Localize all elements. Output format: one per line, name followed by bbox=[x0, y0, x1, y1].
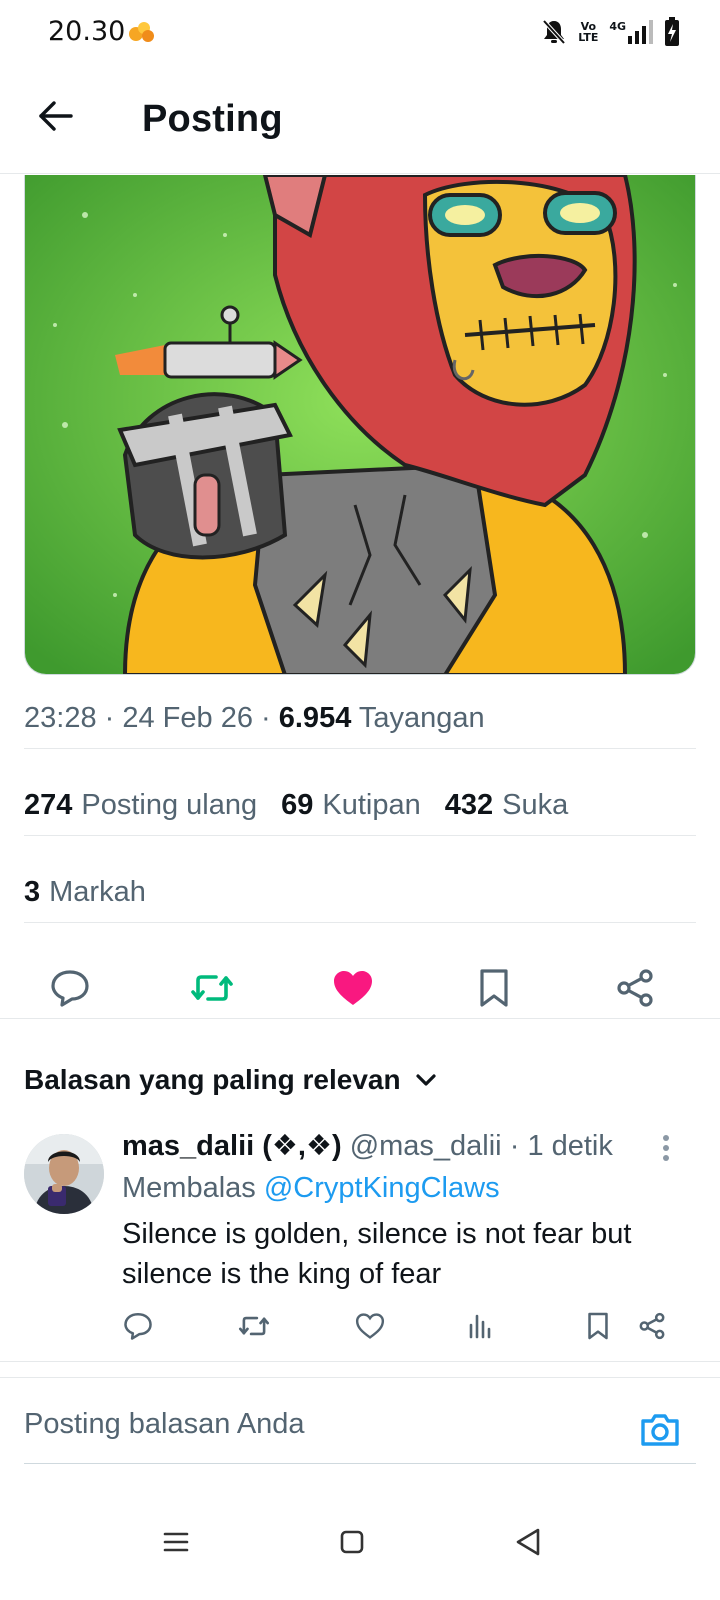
do-not-disturb-bell-icon bbox=[541, 18, 567, 46]
post-date: 24 Feb 26 bbox=[122, 702, 253, 734]
share-icon bbox=[617, 969, 653, 1007]
reposts-count: 274 bbox=[24, 789, 73, 821]
avatar-photo bbox=[24, 1134, 104, 1214]
square-home-icon bbox=[340, 1530, 364, 1554]
replying-mention-link[interactable]: @CryptKingClaws bbox=[264, 1172, 500, 1204]
more-vertical-icon bbox=[663, 1135, 669, 1161]
reply-like-button[interactable] bbox=[348, 1304, 392, 1348]
speech-bubble-icon bbox=[124, 1312, 152, 1340]
post-stats: 274 Posting ulang 69 Kutipan 432 Suka bbox=[24, 789, 568, 822]
reply-more-button[interactable] bbox=[652, 1128, 680, 1168]
divider bbox=[0, 1018, 720, 1019]
bookmark-icon bbox=[588, 1312, 608, 1340]
replies-sort-dropdown[interactable]: Balasan yang paling relevan bbox=[24, 1064, 437, 1096]
camera-icon bbox=[641, 1414, 679, 1446]
views-count: 6.954 bbox=[278, 702, 352, 734]
meta-separator: · bbox=[509, 1130, 520, 1162]
likes-stat[interactable]: 432 Suka bbox=[445, 789, 569, 822]
reply-action-bar bbox=[0, 1304, 720, 1348]
bookmarks-count: 3 bbox=[24, 876, 41, 908]
bookmarks-stat[interactable]: 3 Markah bbox=[24, 876, 146, 909]
battery-charging-icon bbox=[664, 17, 680, 47]
system-navigation-bar bbox=[0, 1490, 720, 1600]
sort-label: Balasan yang paling relevan bbox=[24, 1064, 401, 1095]
reply-author-handle[interactable]: @mas_dalii bbox=[350, 1130, 502, 1162]
bookmarks-label: Markah bbox=[49, 876, 146, 908]
notification-app-icon bbox=[124, 18, 158, 46]
likes-label: Suka bbox=[502, 789, 569, 821]
reply-button[interactable] bbox=[40, 958, 100, 1018]
status-bar: 20.30 Vo LTE 4G bbox=[0, 0, 720, 64]
reply-repost-button[interactable] bbox=[232, 1304, 276, 1348]
repost-button[interactable] bbox=[182, 958, 242, 1018]
replying-label: Membalas bbox=[122, 1172, 256, 1204]
share-button[interactable] bbox=[605, 958, 665, 1018]
arrow-left-icon bbox=[39, 101, 73, 131]
replying-to: Membalas @CryptKingClaws bbox=[122, 1172, 500, 1205]
divider bbox=[24, 922, 696, 923]
bar-chart-icon bbox=[469, 1314, 491, 1339]
signal-icon: 4G bbox=[609, 20, 654, 44]
heart-icon bbox=[355, 1313, 385, 1339]
reply-views-button[interactable] bbox=[459, 1304, 503, 1348]
likes-count: 432 bbox=[444, 789, 494, 821]
post-time: 23:28 bbox=[24, 702, 97, 734]
share-icon bbox=[639, 1312, 665, 1340]
reply-time: 1 detik bbox=[527, 1130, 613, 1162]
page-title: Posting bbox=[142, 98, 283, 140]
speech-bubble-icon bbox=[51, 970, 89, 1007]
quotes-label: Kutipan bbox=[322, 789, 421, 821]
volte-label: Vo LTE bbox=[578, 20, 599, 44]
volte-indicator: Vo LTE bbox=[577, 21, 599, 43]
heart-icon bbox=[334, 971, 372, 1005]
divider bbox=[0, 1361, 720, 1362]
repost-arrows-icon bbox=[191, 975, 233, 1001]
repost-arrows-icon bbox=[238, 1316, 270, 1336]
network-type-label: 4G bbox=[609, 20, 626, 33]
reply-header: mas_dalii (❖,❖) @mas_dalii · 1 detik bbox=[122, 1128, 613, 1163]
divider bbox=[24, 835, 696, 836]
menu-lines-icon bbox=[163, 1532, 189, 1552]
reposts-stat[interactable]: 274 Posting ulang bbox=[24, 789, 257, 822]
bookmark-icon bbox=[480, 969, 508, 1007]
triangle-back-icon bbox=[516, 1528, 540, 1556]
bookmark-button[interactable] bbox=[464, 958, 524, 1018]
meta-separator: · bbox=[104, 702, 123, 734]
quotes-count: 69 bbox=[281, 789, 314, 821]
post-image[interactable] bbox=[24, 175, 696, 675]
recent-apps-button[interactable] bbox=[148, 1514, 204, 1570]
avatar[interactable] bbox=[24, 1134, 104, 1214]
reply-input[interactable]: Posting balasan Anda bbox=[24, 1408, 305, 1441]
status-time: 20.30 bbox=[48, 16, 126, 47]
composer-underline bbox=[24, 1463, 696, 1464]
post-meta: 23:28 · 24 Feb 26 · 6.954 Tayangan bbox=[24, 702, 485, 735]
reply-author-name[interactable]: mas_dalii (❖,❖) bbox=[122, 1130, 342, 1162]
reply-bookmark-button[interactable] bbox=[576, 1304, 620, 1348]
system-back-button[interactable] bbox=[500, 1514, 556, 1570]
camera-button[interactable] bbox=[638, 1408, 682, 1452]
lion-cartoon-illustration bbox=[25, 175, 695, 674]
like-button[interactable] bbox=[323, 958, 383, 1018]
quotes-stat[interactable]: 69 Kutipan bbox=[281, 789, 421, 822]
meta-separator: · bbox=[261, 702, 279, 734]
top-app-bar: Posting bbox=[0, 64, 720, 174]
reposts-label: Posting ulang bbox=[81, 789, 258, 821]
reply-text: Silence is golden, silence is not fear b… bbox=[122, 1218, 632, 1290]
home-button[interactable] bbox=[324, 1514, 380, 1570]
back-button[interactable] bbox=[30, 90, 82, 142]
reply-composer: Posting balasan Anda bbox=[0, 1377, 720, 1465]
chevron-down-icon bbox=[415, 1074, 436, 1086]
status-icons: Vo LTE 4G bbox=[541, 14, 680, 50]
reply-reply-button[interactable] bbox=[116, 1304, 160, 1348]
reply-share-button[interactable] bbox=[630, 1304, 674, 1348]
views-label: Tayangan bbox=[358, 702, 485, 734]
divider bbox=[24, 748, 696, 749]
